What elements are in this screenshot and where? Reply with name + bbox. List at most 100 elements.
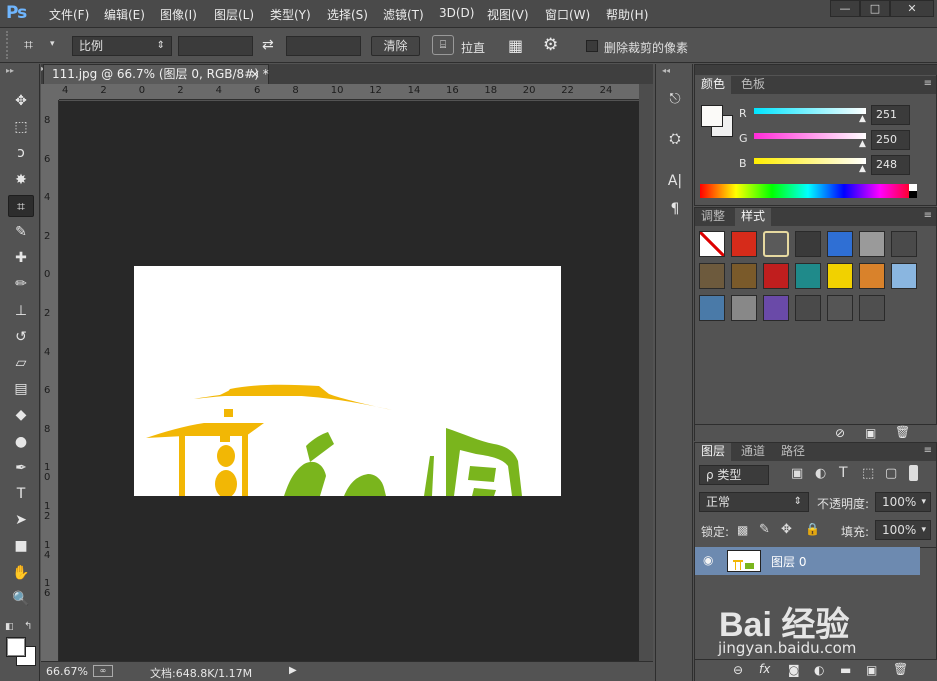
- swap-colors-icon[interactable]: ↰: [24, 621, 32, 632]
- slider-handle-icon[interactable]: ▲: [859, 139, 866, 149]
- close-button[interactable]: ✕: [890, 0, 934, 17]
- slider-handle-icon[interactable]: ▲: [859, 114, 866, 124]
- layer-style-icon[interactable]: fx: [759, 662, 770, 676]
- foreground-color-swatch[interactable]: [701, 105, 723, 127]
- style-swatch[interactable]: [859, 263, 885, 289]
- panel-menu-icon[interactable]: ≡: [924, 445, 932, 456]
- lock-image-icon[interactable]: ✎: [759, 522, 770, 537]
- zoom-level[interactable]: 66.67%: [46, 665, 88, 678]
- maximize-button[interactable]: □: [860, 0, 890, 17]
- foreground-color-swatch[interactable]: [6, 637, 26, 657]
- width-input[interactable]: [178, 36, 253, 56]
- paragraph-panel-icon[interactable]: ¶: [664, 198, 686, 220]
- ratio-select[interactable]: 比例 ⇕: [72, 36, 172, 56]
- slider-handle-icon[interactable]: ▲: [859, 164, 866, 174]
- move-tool-icon[interactable]: ✥: [8, 90, 34, 112]
- healing-brush-tool-icon[interactable]: ✚: [8, 247, 34, 269]
- adjustment-filter-icon[interactable]: ◐: [815, 466, 826, 481]
- path-selection-tool-icon[interactable]: ➤: [8, 509, 34, 531]
- panel-menu-icon[interactable]: ≡: [924, 78, 932, 89]
- view-mode-icon[interactable]: ∞: [93, 665, 113, 677]
- channel-g-slider[interactable]: [754, 133, 866, 139]
- adjustment-layer-icon[interactable]: ◐: [814, 663, 824, 677]
- crop-preset-icon[interactable]: ⌗: [24, 35, 33, 55]
- grid-overlay-icon[interactable]: ▦: [508, 36, 523, 55]
- rectangle-tool-icon[interactable]: ■: [8, 535, 34, 557]
- type-tool-icon[interactable]: T: [8, 483, 34, 505]
- channel-b-slider[interactable]: [754, 158, 866, 164]
- blend-mode-select[interactable]: 正常 ⇕: [699, 492, 809, 512]
- lasso-tool-icon[interactable]: ↄ: [8, 142, 34, 164]
- style-swatch[interactable]: [827, 231, 853, 257]
- minimize-button[interactable]: —: [830, 0, 860, 17]
- lock-position-icon[interactable]: ✥: [781, 522, 792, 537]
- pen-tool-icon[interactable]: ✒: [8, 457, 34, 479]
- style-swatch[interactable]: [891, 231, 917, 257]
- clear-button[interactable]: 清除: [371, 36, 420, 56]
- tab-adjustments[interactable]: 调整: [695, 208, 731, 226]
- marquee-tool-icon[interactable]: ⬚: [8, 116, 34, 138]
- vertical-scrollbar[interactable]: [639, 84, 653, 661]
- close-tab-icon[interactable]: ×: [250, 65, 260, 84]
- straighten-label[interactable]: 拉直: [461, 39, 485, 56]
- style-swatch[interactable]: [763, 263, 789, 289]
- menu-window[interactable]: 窗口(W): [545, 6, 590, 23]
- style-swatch[interactable]: [763, 231, 789, 257]
- gradient-tool-icon[interactable]: ▤: [8, 378, 34, 400]
- layer-row[interactable]: ◉ 图层 0: [695, 547, 920, 575]
- document-tab[interactable]: 111.jpg @ 66.7% (图层 0, RGB/8#) * ×: [43, 64, 269, 84]
- image-filter-icon[interactable]: ▣: [791, 466, 803, 481]
- style-swatch[interactable]: [795, 231, 821, 257]
- new-style-icon[interactable]: ▣: [865, 426, 876, 440]
- visibility-eye-icon[interactable]: ◉: [703, 553, 713, 567]
- add-mask-icon[interactable]: ◙: [788, 663, 800, 677]
- style-swatch[interactable]: [827, 295, 853, 321]
- delete-style-icon[interactable]: 🗑: [895, 425, 910, 439]
- tab-paths[interactable]: 路径: [775, 443, 811, 461]
- blur-tool-icon[interactable]: ◆: [8, 404, 34, 426]
- link-layers-icon[interactable]: ⊖: [733, 663, 743, 677]
- vertical-ruler[interactable]: 8 6 4 2 0 2 4 6 8 1 0 1 2 1 4 1 6: [41, 100, 59, 661]
- style-swatch[interactable]: [827, 263, 853, 289]
- style-swatch[interactable]: [699, 263, 725, 289]
- style-swatch[interactable]: [763, 295, 789, 321]
- channel-g-value[interactable]: 250: [871, 130, 910, 150]
- style-swatch[interactable]: [859, 231, 885, 257]
- layer-name[interactable]: 图层 0: [771, 553, 806, 570]
- tab-layers[interactable]: 图层: [695, 443, 732, 461]
- lock-all-icon[interactable]: 🔒: [805, 522, 820, 536]
- style-swatch[interactable]: [795, 263, 821, 289]
- image-canvas[interactable]: [134, 266, 561, 496]
- gear-icon[interactable]: ⚙: [543, 35, 558, 55]
- collapse-icon[interactable]: ◂◂: [662, 66, 670, 75]
- properties-panel-icon[interactable]: ⛭: [664, 128, 686, 150]
- character-panel-icon[interactable]: A|: [664, 170, 686, 192]
- filter-toggle-icon[interactable]: [909, 465, 918, 481]
- lock-transparent-icon[interactable]: ▩: [737, 523, 748, 537]
- menu-select[interactable]: 选择(S): [327, 6, 368, 23]
- height-input[interactable]: [286, 36, 361, 56]
- dodge-tool-icon[interactable]: ●: [8, 431, 34, 453]
- smart-object-filter-icon[interactable]: ▢: [885, 466, 897, 481]
- eraser-tool-icon[interactable]: ▱: [8, 352, 34, 374]
- type-filter-icon[interactable]: T: [839, 465, 848, 481]
- menu-type[interactable]: 类型(Y): [270, 6, 311, 23]
- menu-view[interactable]: 视图(V): [487, 6, 529, 23]
- hand-tool-icon[interactable]: ✋: [8, 562, 34, 584]
- tab-color[interactable]: 颜色: [695, 76, 732, 94]
- grip-handle[interactable]: [6, 31, 14, 59]
- chevron-down-icon[interactable]: ▾: [50, 39, 55, 49]
- zoom-tool-icon[interactable]: 🔍: [8, 588, 34, 610]
- delete-layer-icon[interactable]: 🗑: [893, 662, 908, 676]
- new-group-icon[interactable]: ▬: [840, 663, 851, 677]
- style-swatch[interactable]: [699, 295, 725, 321]
- color-spectrum-bar[interactable]: [700, 184, 916, 198]
- delete-cropped-checkbox[interactable]: [586, 40, 598, 52]
- menu-file[interactable]: 文件(F): [49, 6, 89, 23]
- clear-style-icon[interactable]: ⊘: [835, 426, 845, 440]
- menu-layer[interactable]: 图层(L): [214, 6, 254, 23]
- channel-b-value[interactable]: 248: [871, 155, 910, 175]
- black-swatch[interactable]: [909, 191, 917, 198]
- chevron-down-icon[interactable]: ▾: [921, 521, 926, 539]
- eyedropper-tool-icon[interactable]: ✎: [8, 221, 34, 243]
